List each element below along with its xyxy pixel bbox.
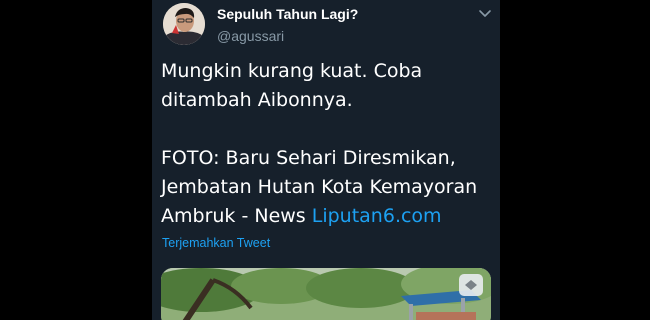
user-handle[interactable]: @agussari [217,28,284,44]
profile-photo-icon [163,3,205,45]
avatar[interactable] [163,3,205,45]
tweet-media-photo[interactable] [161,268,491,320]
tweet-text-line: Mungkin kurang kuat. Coba [161,60,423,82]
tweet-text: Mungkin kurang kuat. Coba ditambah Aibon… [161,57,497,231]
screenshot-page: Sepuluh Tahun Lagi? @agussari Mungkin ku… [0,0,650,320]
tweet-text-line: FOTO: Baru Sehari Diresmikan, [161,147,456,169]
chevron-down-icon[interactable] [478,8,492,20]
source-link[interactable]: Liputan6.com [312,205,442,227]
translate-tweet-link[interactable]: Terjemahkan Tweet [162,236,270,250]
display-name[interactable]: Sepuluh Tahun Lagi? [217,6,358,22]
bridge-photo-icon [161,268,491,320]
tweet-card: Sepuluh Tahun Lagi? @agussari Mungkin ku… [152,0,500,320]
tweet-text-line: ditambah Aibonnya. [161,89,353,111]
tweet-text-line: Jembatan Hutan Kota Kemayoran [161,176,478,198]
tweet-text-last-line: Ambruk - News Liputan6.com [161,202,497,231]
tweet-text-fragment: Ambruk - News [161,205,312,227]
